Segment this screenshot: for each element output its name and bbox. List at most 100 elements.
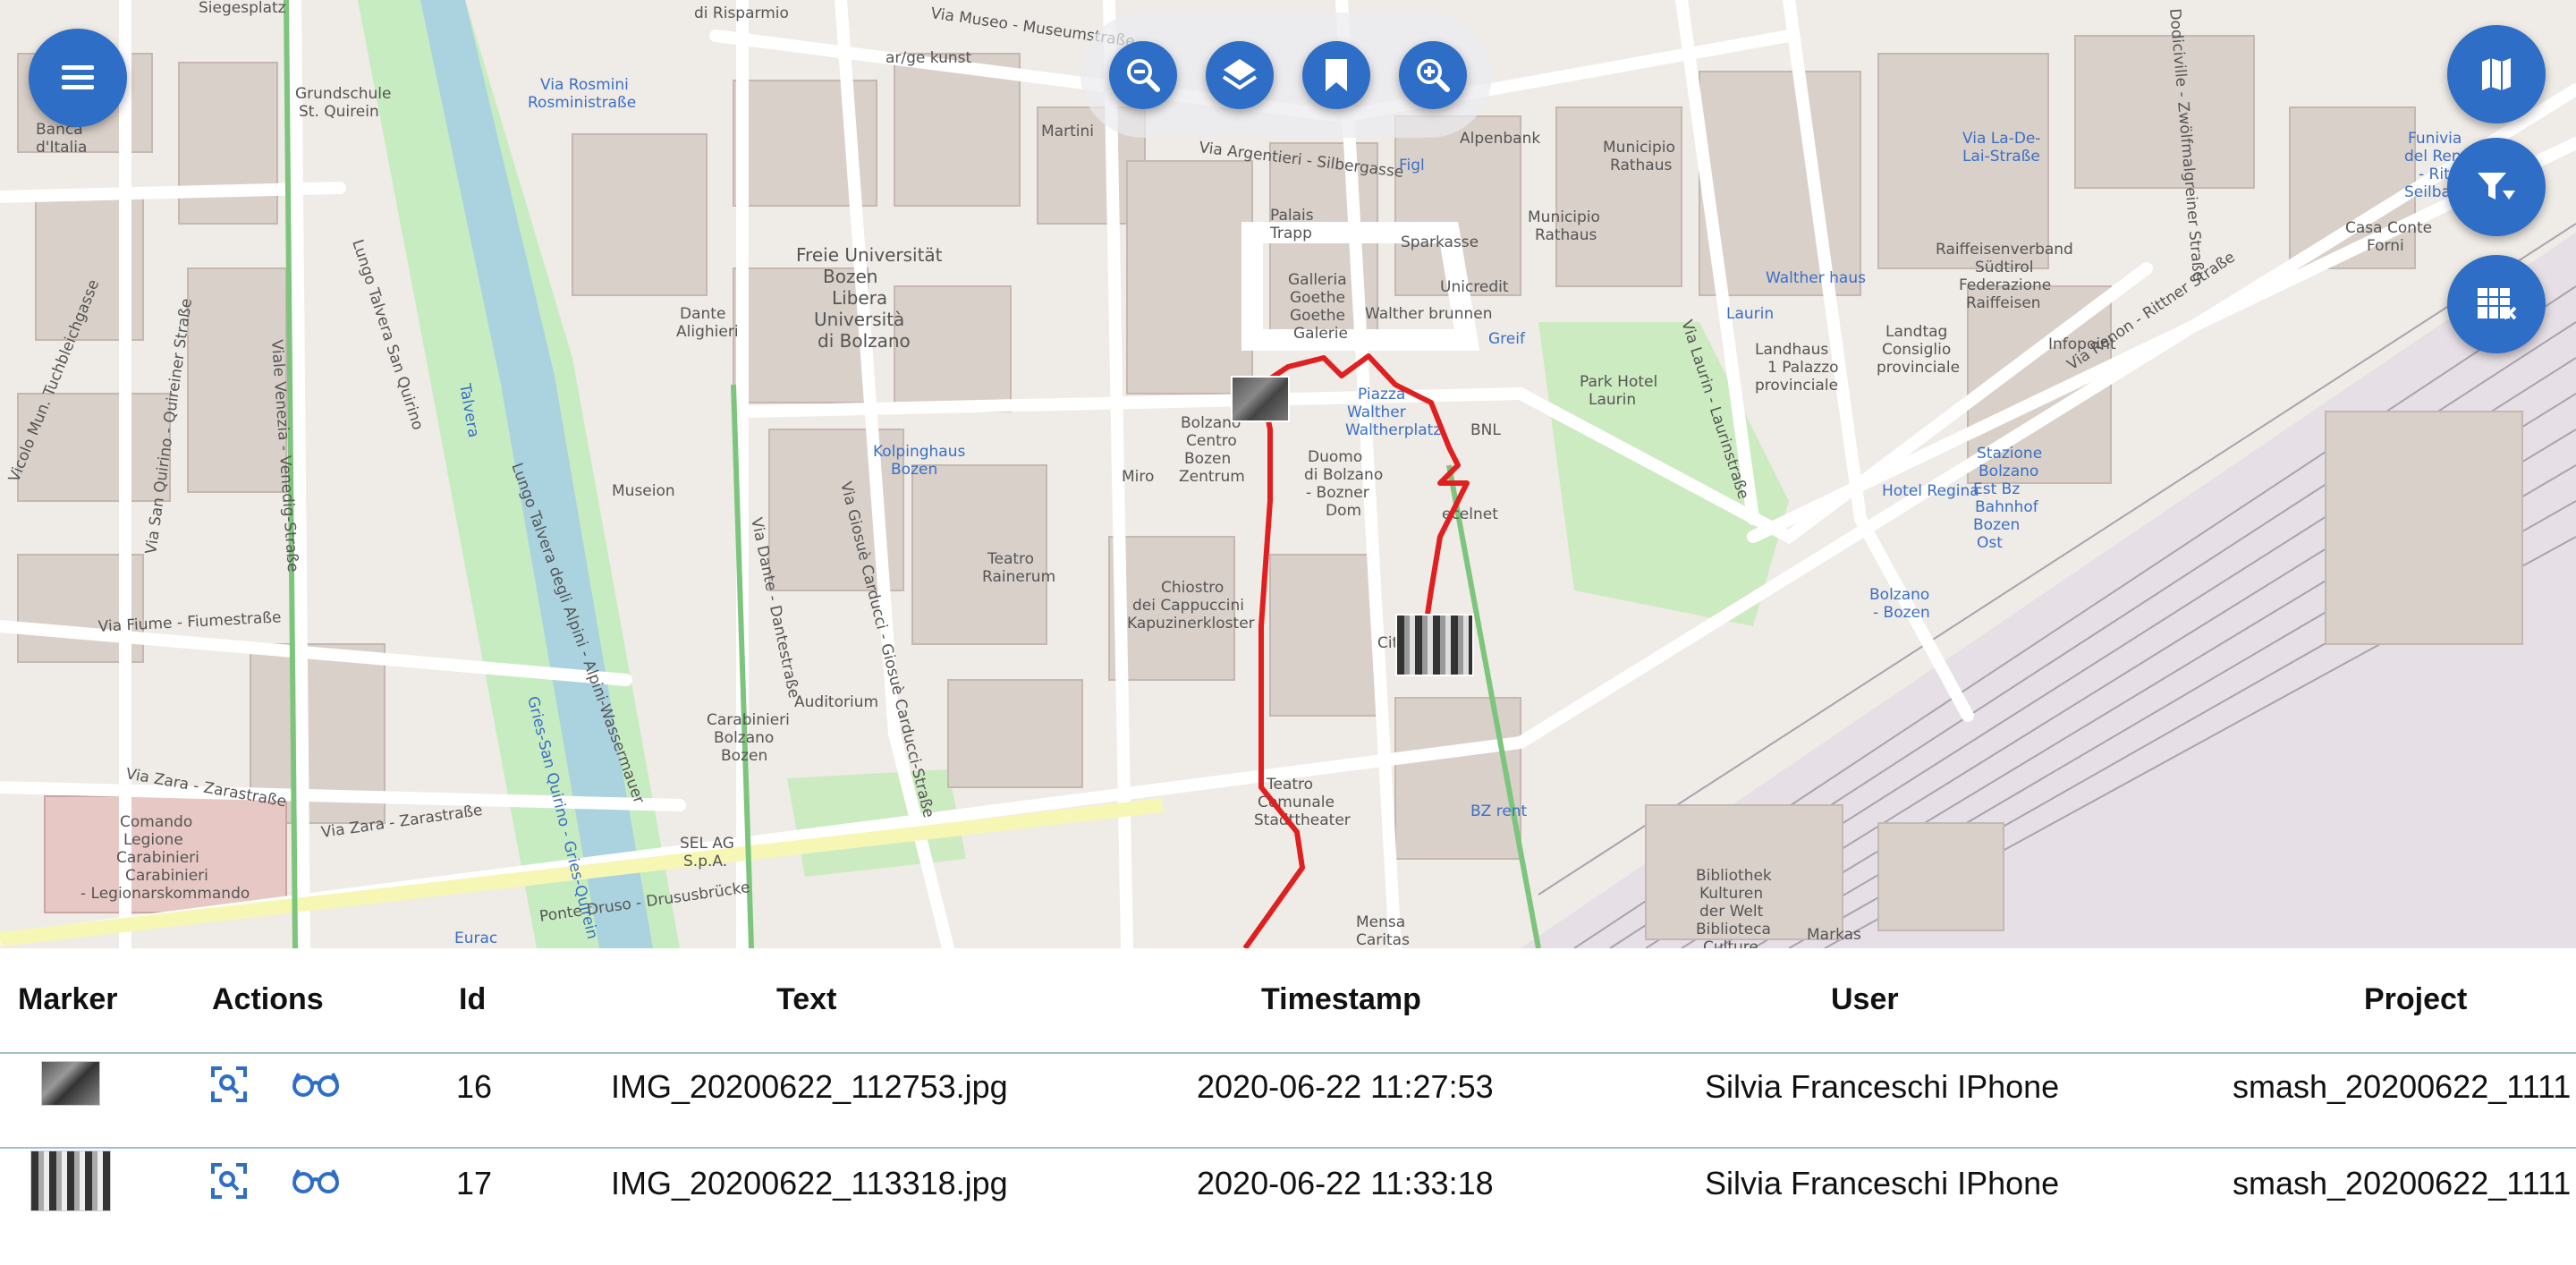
svg-text:Legione: Legione (123, 831, 183, 849)
filter-button[interactable] (2447, 138, 2546, 236)
cell-text: IMG_20200622_113318.jpg (611, 1165, 1008, 1201)
svg-text:Waltherplatz: Waltherplatz (1345, 421, 1441, 439)
svg-text:Bibliothek: Bibliothek (1696, 867, 1772, 885)
cell-timestamp: 2020-06-22 11:33:18 (1197, 1165, 1494, 1201)
table-icon (2478, 288, 2517, 320)
svg-text:Est Bz: Est Bz (1973, 480, 2020, 498)
header-user[interactable]: User (1831, 982, 1899, 1017)
svg-text:- Bozen: - Bozen (1873, 604, 1930, 622)
zoom-to-icon[interactable] (209, 1161, 249, 1201)
svg-text:Chiostro: Chiostro (1161, 579, 1224, 597)
svg-text:Landhaus: Landhaus (1755, 341, 1828, 359)
svg-text:Centro: Centro (1186, 432, 1237, 450)
cell-id: 16 (456, 1068, 493, 1105)
table-row[interactable]: 16 IMG_20200622_112753.jpg 2020-06-22 11… (0, 1054, 2576, 1149)
svg-text:Miro: Miro (1122, 468, 1154, 486)
svg-text:Grundschule: Grundschule (295, 85, 391, 103)
svg-text:Università: Università (814, 309, 904, 330)
svg-text:Kapuzinerkloster: Kapuzinerkloster (1127, 615, 1255, 632)
svg-text:Dante: Dante (680, 305, 725, 323)
svg-text:Carabinieri: Carabinieri (125, 867, 208, 885)
svg-text:Consiglio: Consiglio (1882, 341, 1951, 359)
svg-text:Goethe: Goethe (1290, 307, 1345, 325)
svg-text:Bozen: Bozen (823, 266, 877, 287)
header-id[interactable]: Id (459, 982, 486, 1017)
row-marker-thumbnail[interactable] (41, 1061, 100, 1106)
header-project[interactable]: Project (2364, 982, 2467, 1017)
data-table: Marker Actions Id Text Timestamp User Pr… (0, 948, 2576, 1265)
svg-text:Alighieri: Alighieri (676, 323, 739, 341)
svg-text:di Bolzano: di Bolzano (818, 330, 911, 352)
svg-text:Bozen: Bozen (1184, 450, 1231, 468)
svg-text:provinciale: provinciale (1755, 377, 1838, 395)
svg-text:Hotel Regina: Hotel Regina (1882, 482, 1979, 500)
map-tiles: Siegesplatz Via Museo - Museumstraße Via… (0, 0, 2576, 948)
map-view[interactable]: Siegesplatz Via Museo - Museumstraße Via… (0, 0, 2576, 948)
cell-project: smash_20200622_1111 (2233, 1068, 2572, 1105)
filter-icon (2478, 173, 2515, 200)
map-view-button[interactable] (2447, 25, 2546, 123)
svg-text:Bozen: Bozen (721, 747, 767, 765)
svg-text:Sparkasse: Sparkasse (1401, 233, 1479, 251)
layers-button[interactable] (1206, 41, 1274, 109)
bookmark-button[interactable] (1302, 41, 1370, 109)
header-actions[interactable]: Actions (212, 982, 324, 1017)
svg-text:Alpenbank: Alpenbank (1460, 130, 1540, 148)
zoom-in-button[interactable] (1399, 41, 1467, 109)
svg-text:BZ rent: BZ rent (1470, 802, 1528, 820)
menu-button[interactable] (29, 29, 127, 127)
svg-text:Via La-De-: Via La-De- (1962, 130, 2041, 148)
svg-text:Culture: Culture (1703, 938, 1758, 948)
svg-text:di Bolzano: di Bolzano (1304, 466, 1383, 484)
header-timestamp[interactable]: Timestamp (1261, 982, 1421, 1017)
svg-text:Duomo: Duomo (1308, 448, 1362, 466)
svg-text:Rathaus: Rathaus (1610, 157, 1672, 174)
svg-text:S.p.A.: S.p.A. (683, 853, 727, 870)
cell-user: Silvia Franceschi IPhone (1705, 1165, 2060, 1201)
photo-marker-16[interactable] (1231, 376, 1290, 422)
photo-marker-17[interactable] (1395, 614, 1474, 676)
svg-text:Carabinieri: Carabinieri (707, 711, 790, 729)
bookmark-icon (1326, 59, 1347, 91)
cell-timestamp: 2020-06-22 11:27:53 (1197, 1068, 1494, 1105)
zoom-out-button[interactable] (1109, 41, 1177, 109)
view-glasses-icon[interactable] (292, 1167, 340, 1195)
layers-icon (1222, 59, 1258, 90)
svg-text:Figl: Figl (1399, 157, 1425, 174)
svg-text:Bolzano: Bolzano (1869, 586, 1929, 604)
svg-text:Siegesplatz: Siegesplatz (199, 0, 286, 17)
svg-text:Municipio: Municipio (1528, 208, 1600, 226)
svg-text:Rosministraße: Rosministraße (528, 94, 636, 112)
row-marker-thumbnail[interactable] (30, 1150, 111, 1211)
svg-text:Eurac: Eurac (454, 930, 497, 947)
svg-text:Freie Universität: Freie Universität (796, 244, 943, 266)
svg-text:Unicredit: Unicredit (1440, 278, 1509, 296)
svg-text:Südtirol: Südtirol (1975, 259, 2034, 276)
view-glasses-icon[interactable] (292, 1070, 340, 1099)
svg-text:Bozen: Bozen (1973, 516, 2020, 534)
zoom-to-icon[interactable] (209, 1065, 249, 1104)
svg-text:St. Quirein: St. Quirein (299, 103, 379, 121)
svg-text:Ost: Ost (1977, 534, 2003, 552)
svg-text:Trapp: Trapp (1269, 225, 1312, 242)
cell-project: smash_20200622_1111 (2233, 1165, 2572, 1201)
svg-text:dei Cappuccini: dei Cappuccini (1132, 597, 1244, 615)
svg-text:provinciale: provinciale (1877, 359, 1960, 377)
svg-text:Caritas: Caritas (1356, 931, 1410, 948)
header-marker[interactable]: Marker (18, 982, 118, 1017)
svg-text:Greif: Greif (1488, 330, 1526, 348)
svg-text:Palais: Palais (1270, 207, 1314, 225)
svg-text:Kolpinghaus: Kolpinghaus (873, 443, 965, 461)
svg-text:Walther: Walther (1347, 403, 1406, 421)
svg-text:Rainerum: Rainerum (982, 568, 1055, 586)
map-icon (2482, 58, 2511, 90)
zoom-in-icon (1417, 59, 1450, 92)
table-view-button[interactable] (2447, 255, 2546, 353)
header-text[interactable]: Text (776, 982, 836, 1017)
svg-text:Casa Conte: Casa Conte (2345, 219, 2432, 237)
table-row[interactable]: 17 IMG_20200622_113318.jpg 2020-06-22 11… (0, 1147, 2576, 1240)
table-header: Marker Actions Id Text Timestamp User Pr… (0, 948, 2576, 1054)
svg-text:SEL AG: SEL AG (680, 835, 734, 853)
svg-text:Comando: Comando (120, 813, 192, 831)
svg-text:Stadttheater: Stadttheater (1254, 811, 1351, 829)
